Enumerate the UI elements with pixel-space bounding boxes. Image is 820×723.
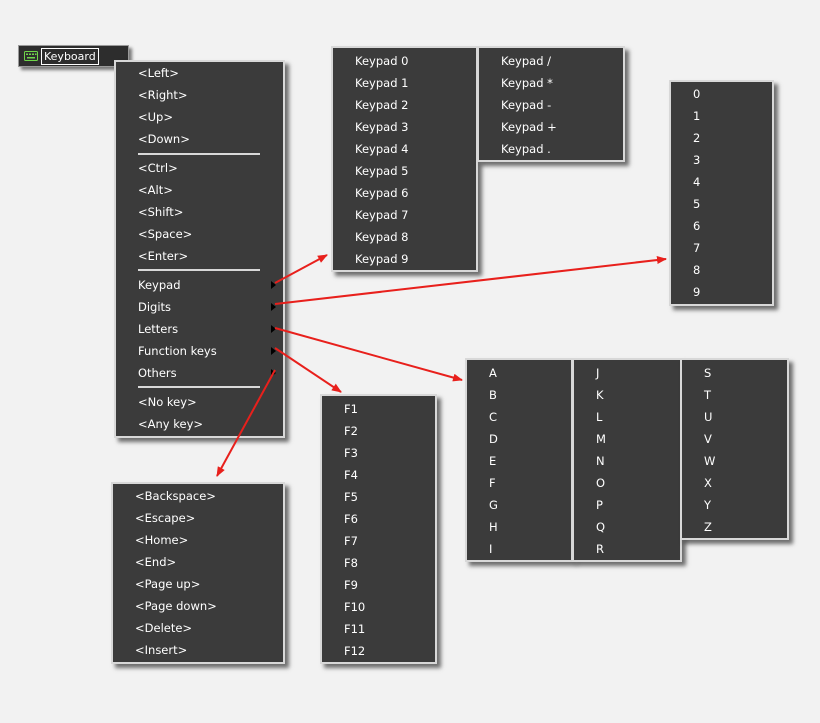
submenu-connector-arrows <box>216 254 667 477</box>
function-keys-arrow <box>274 347 342 393</box>
keypad-arrow <box>274 254 328 284</box>
letters-arrow <box>274 327 463 382</box>
digits-arrow <box>274 256 667 305</box>
others-arrow <box>216 369 276 477</box>
